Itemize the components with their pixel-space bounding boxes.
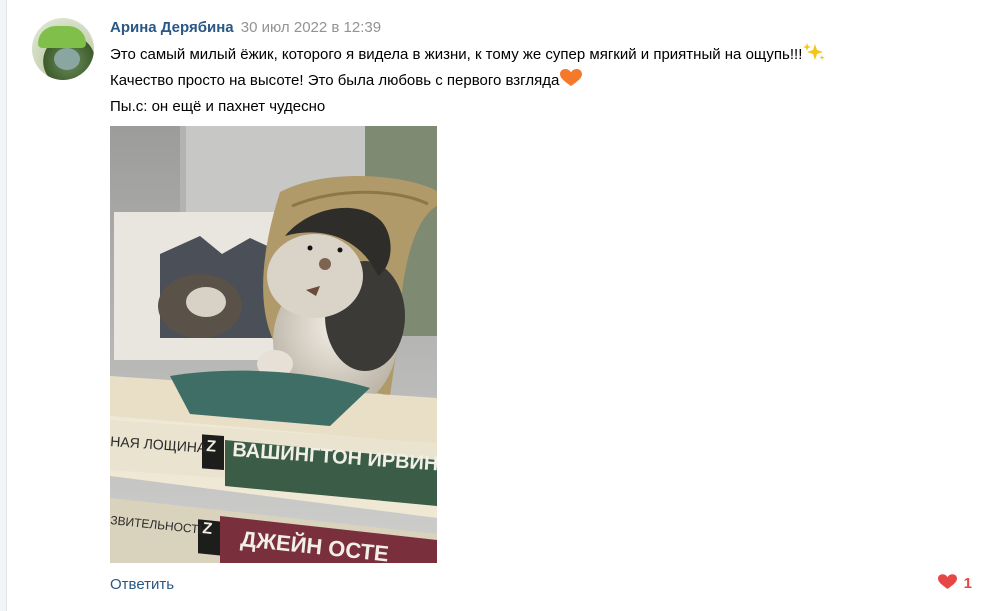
series-logo-1: Z (206, 438, 217, 456)
author-name[interactable]: Арина Дерябина (110, 19, 234, 36)
avatar-hat (38, 26, 86, 48)
avatar-face (54, 48, 80, 70)
photo-attachment[interactable]: НАЯ ЛОЩИНА Z ВАШИНГТОН ИРВИНГ ЗВИТЕЛЬНОС… (110, 126, 437, 563)
sparkles-icon (803, 43, 826, 69)
like-count: 1 (963, 575, 972, 592)
orange-heart-icon (560, 69, 583, 95)
like-button[interactable]: 1 (937, 573, 972, 595)
comment: Арина Дерябина 30 июл 2022 в 12:39 Это с… (0, 0, 992, 611)
comment-line-3: Пы.с: он ещё и пахнет чудесно (110, 98, 326, 115)
avatar[interactable] (32, 18, 94, 80)
comment-line-1: Это самый милый ёжик, которого я видела … (110, 43, 826, 69)
reply-button[interactable]: Ответить (110, 576, 174, 594)
comment-line-2-text: Качество просто на высоте! Это была любо… (110, 72, 560, 89)
comment-date[interactable]: 30 июл 2022 в 12:39 (241, 19, 381, 36)
hedgehog-photo: НАЯ ЛОЩИНА Z ВАШИНГТОН ИРВИНГ ЗВИТЕЛЬНОС… (110, 126, 437, 563)
heart-icon (937, 573, 957, 595)
comment-line-2: Качество просто на высоте! Это была любо… (110, 69, 825, 95)
comment-line-1-text: Это самый милый ёжик, которого я видела … (110, 46, 803, 63)
comment-text: Это самый милый ёжик, которого я видела … (110, 43, 826, 119)
series-logo-2: Z (202, 520, 214, 538)
comment-header: Арина Дерябина 30 июл 2022 в 12:39 (110, 19, 381, 37)
